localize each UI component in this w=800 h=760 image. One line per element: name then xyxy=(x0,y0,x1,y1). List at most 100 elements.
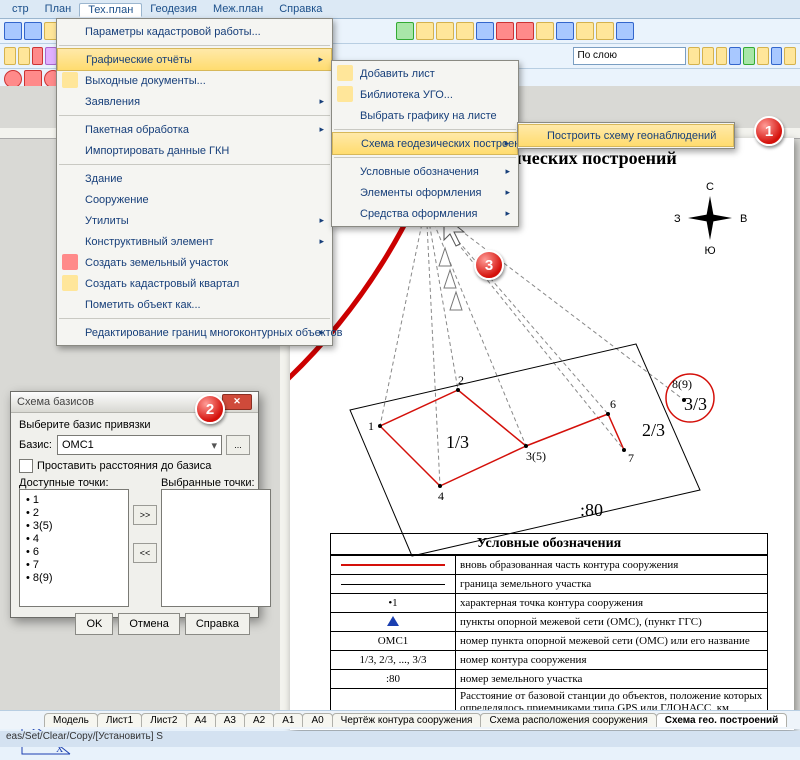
plot-svg: С Ю В З ОМС1 xyxy=(290,178,794,564)
menu-item[interactable]: Импортировать данные ГКН xyxy=(57,140,332,161)
tool-i[interactable] xyxy=(576,22,594,40)
tool-a[interactable] xyxy=(416,22,434,40)
tool-sel[interactable] xyxy=(396,22,414,40)
sheet-tab[interactable]: A4 xyxy=(186,713,216,727)
sheet-tab[interactable]: Модель xyxy=(44,713,98,727)
svg-text::80: :80 xyxy=(580,500,603,520)
tool2-b[interactable] xyxy=(18,47,30,65)
menu-item[interactable]: Создать земельный участок xyxy=(57,252,332,273)
tool2-m[interactable] xyxy=(771,47,783,65)
menu-item-5[interactable]: Справка xyxy=(271,3,330,15)
tool2-n[interactable] xyxy=(784,47,796,65)
svg-text:1/3: 1/3 xyxy=(446,432,469,452)
menu-item[interactable]: Конструктивный элемент xyxy=(57,231,332,252)
sel-label: Выбранные точки: xyxy=(161,477,271,489)
basis-label: Базис: xyxy=(19,439,57,451)
available-listbox[interactable]: 123(5)4678(9) xyxy=(19,489,129,607)
svg-text:6: 6 xyxy=(610,397,616,411)
menu-item[interactable]: Пометить объект как... xyxy=(57,294,332,315)
svg-text:С: С xyxy=(706,181,714,193)
svg-text:2: 2 xyxy=(458,373,464,387)
sheet-tab[interactable]: Схема расположения сооружения xyxy=(480,713,656,727)
sheet-tab[interactable]: A2 xyxy=(244,713,274,727)
menu-item[interactable]: Сооружение xyxy=(57,189,332,210)
list-item[interactable]: 8(9) xyxy=(26,572,122,585)
menu-item[interactable]: Создать кадастровый квартал xyxy=(57,273,332,294)
menu-item[interactable]: Редактирование границ многоконтурных объ… xyxy=(57,322,332,343)
sheet-tab[interactable]: Лист2 xyxy=(141,713,186,727)
tool2-l[interactable] xyxy=(757,47,769,65)
sheet-tab[interactable]: A1 xyxy=(273,713,303,727)
menu-item-0[interactable]: стр xyxy=(4,3,37,15)
tool-k[interactable] xyxy=(616,22,634,40)
tool2-g[interactable] xyxy=(688,47,700,65)
tool2-h[interactable] xyxy=(702,47,714,65)
menu-item[interactable]: Библиотека УГО... xyxy=(332,84,518,105)
help-button[interactable]: Справка xyxy=(185,613,250,635)
menu-item[interactable]: Заявления xyxy=(57,91,332,112)
tool-j[interactable] xyxy=(596,22,614,40)
tool-b[interactable] xyxy=(436,22,454,40)
list-item[interactable]: 2 xyxy=(26,507,122,520)
sheet-tab[interactable]: Лист1 xyxy=(97,713,142,727)
menu-tehplan: Параметры кадастровой работы... Графическ… xyxy=(56,18,333,346)
callout-1: 1 xyxy=(754,116,784,146)
menu-item-4[interactable]: Меж.план xyxy=(205,3,271,15)
menu-item[interactable]: Параметры кадастровой работы... xyxy=(57,21,332,42)
basis-more-button[interactable]: ... xyxy=(226,435,250,455)
svg-text:4: 4 xyxy=(438,489,444,503)
layer-field[interactable]: По слою xyxy=(573,47,687,65)
svg-text:3/3: 3/3 xyxy=(684,394,707,414)
list-item[interactable]: 7 xyxy=(26,559,122,572)
dist-checkbox[interactable] xyxy=(19,459,33,473)
tool-f[interactable] xyxy=(516,22,534,40)
list-item[interactable]: 6 xyxy=(26,546,122,559)
list-item[interactable]: 4 xyxy=(26,533,122,546)
tool-e[interactable] xyxy=(496,22,514,40)
tool-d[interactable] xyxy=(476,22,494,40)
sheet-tab[interactable]: Чертёж контура сооружения xyxy=(332,713,482,727)
legend: Условные обозначения вновь образованная … xyxy=(330,533,768,716)
menu-item[interactable]: Графические отчёты xyxy=(57,48,332,71)
svg-text:3(5): 3(5) xyxy=(526,449,546,463)
tool-zoom[interactable] xyxy=(4,22,22,40)
menu-item[interactable]: Построить схему геонаблюдений xyxy=(518,124,734,147)
ok-button[interactable]: OK xyxy=(75,613,113,635)
list-item[interactable]: 1 xyxy=(26,494,122,507)
menu-item[interactable]: Пакетная обработка xyxy=(57,119,332,140)
sheet-tab[interactable]: Схема гео. построений xyxy=(656,713,788,727)
menu-item[interactable]: Выходные документы... xyxy=(57,70,332,91)
tool2-a[interactable] xyxy=(4,47,16,65)
tool2-k[interactable] xyxy=(743,47,755,65)
menu-item[interactable]: Схема геодезических построений xyxy=(332,132,518,155)
tool2-c[interactable] xyxy=(32,47,44,65)
close-icon[interactable]: ✕ xyxy=(222,394,252,410)
menu-item-2[interactable]: Тех.план xyxy=(79,3,142,17)
svg-text:В: В xyxy=(740,213,747,225)
tool2-i[interactable] xyxy=(716,47,728,65)
cancel-button[interactable]: Отмена xyxy=(118,613,179,635)
selected-listbox[interactable] xyxy=(161,489,271,607)
basis-combo[interactable]: ОМС1 xyxy=(57,435,222,455)
menu-item[interactable]: Условные обозначения xyxy=(332,161,518,182)
tool-pan[interactable] xyxy=(24,22,42,40)
sheet-tab[interactable]: A0 xyxy=(302,713,332,727)
menu-item[interactable]: Элементы оформления xyxy=(332,182,518,203)
menu-item[interactable]: Выбрать графику на листе xyxy=(332,105,518,126)
svg-text:1: 1 xyxy=(368,419,374,433)
move-left-button[interactable]: << xyxy=(133,543,157,563)
move-right-button[interactable]: >> xyxy=(133,505,157,525)
tool-h[interactable] xyxy=(556,22,574,40)
submenu-geoscheme: Построить схему геонаблюдений xyxy=(517,122,735,149)
list-item[interactable]: 3(5) xyxy=(26,520,122,533)
menu-item[interactable]: Добавить лист xyxy=(332,63,518,84)
menu-item[interactable]: Средства оформления xyxy=(332,203,518,224)
tool2-j[interactable] xyxy=(729,47,741,65)
menu-item-1[interactable]: План xyxy=(37,3,80,15)
sheet-tab[interactable]: A3 xyxy=(215,713,245,727)
menu-item[interactable]: Утилиты xyxy=(57,210,332,231)
menu-item-3[interactable]: Геодезия xyxy=(142,3,205,15)
menu-item[interactable]: Здание xyxy=(57,168,332,189)
tool-g[interactable] xyxy=(536,22,554,40)
tool-c[interactable] xyxy=(456,22,474,40)
